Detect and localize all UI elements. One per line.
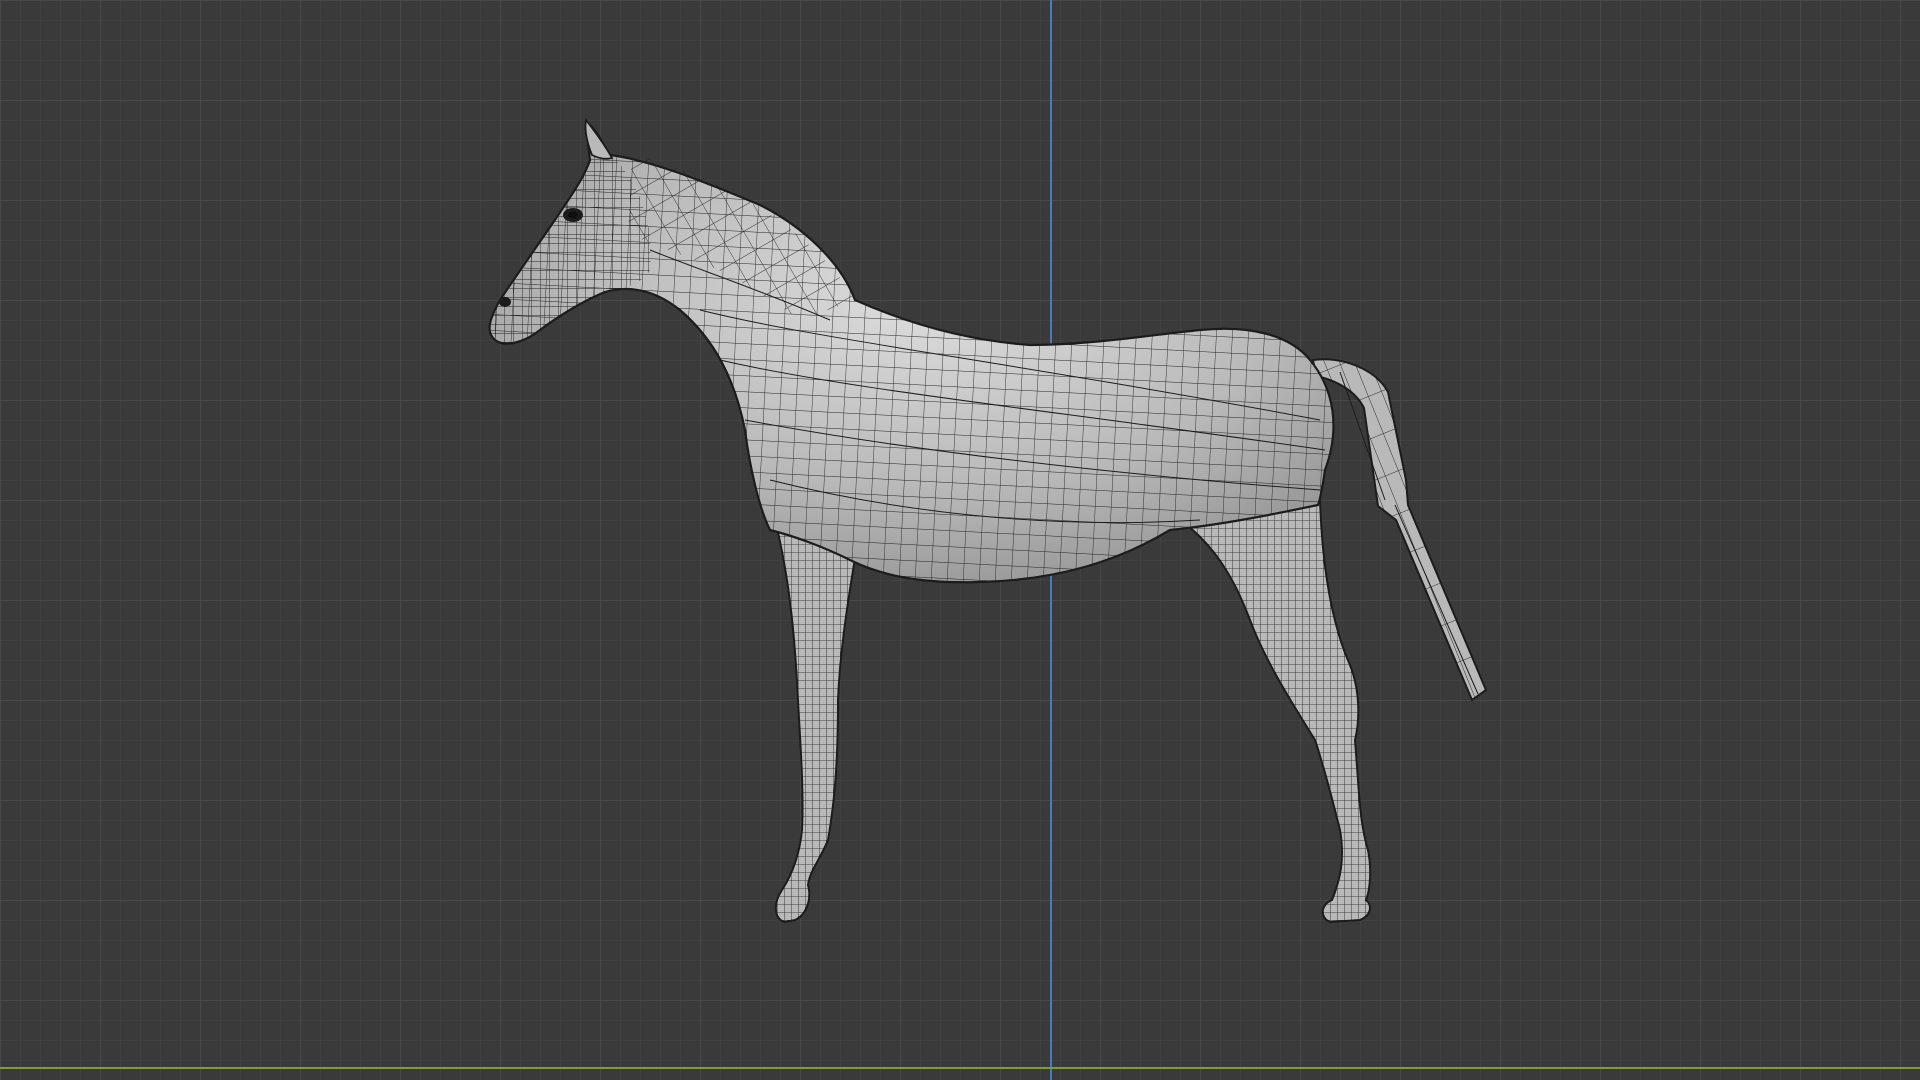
- horse-nostril: [499, 297, 511, 307]
- horse-eye: [563, 208, 583, 222]
- 3d-viewport[interactable]: [0, 0, 1920, 1080]
- viewport-canvas[interactable]: [0, 0, 1920, 1080]
